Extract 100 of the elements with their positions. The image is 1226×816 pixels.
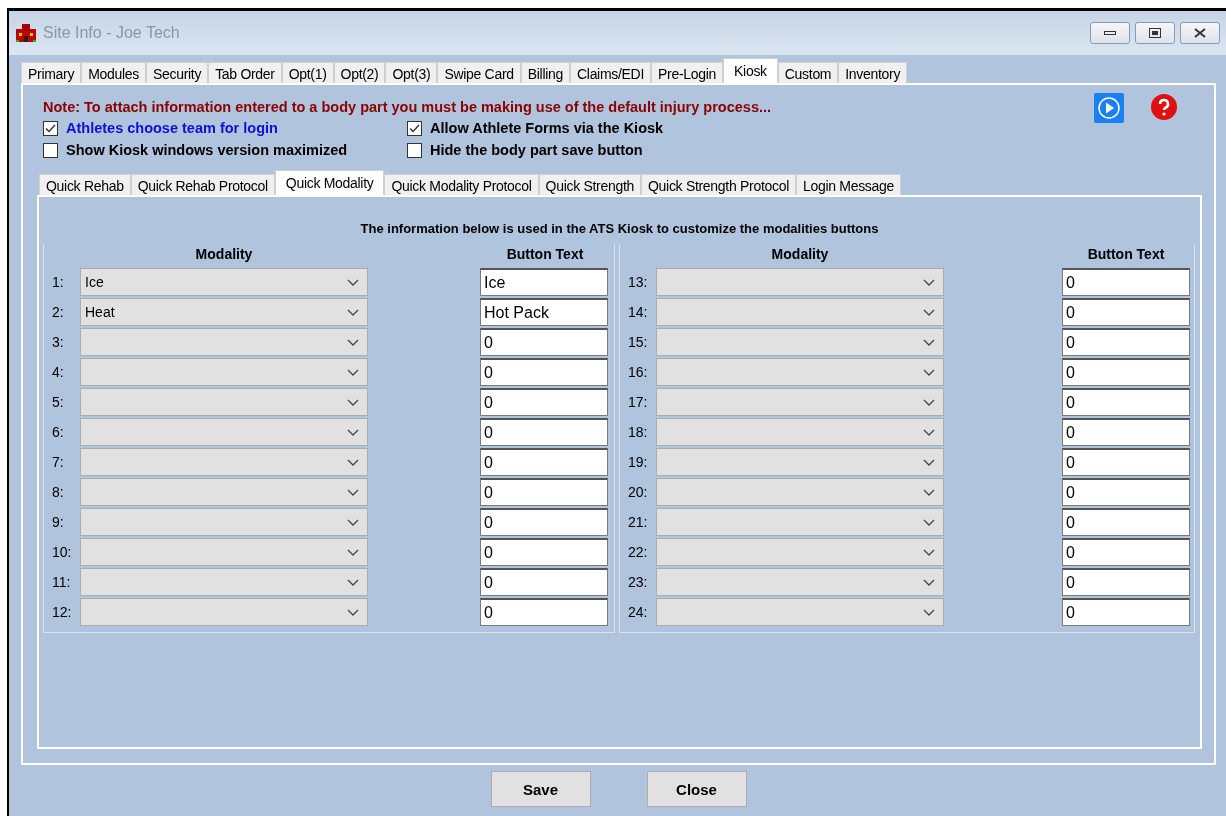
chevron-down-icon <box>347 578 359 586</box>
tab[interactable]: Quick Strength <box>538 174 641 195</box>
modality-dropdown[interactable] <box>656 448 944 476</box>
button-text-field[interactable]: 0 <box>1062 268 1190 296</box>
button-text-field[interactable]: 0 <box>480 538 608 566</box>
chevron-down-icon <box>347 278 359 286</box>
button-text-field[interactable]: 0 <box>480 328 608 356</box>
tab[interactable]: Tab Order <box>208 62 282 83</box>
row-number: 11: <box>51 573 72 592</box>
modality-dropdown[interactable] <box>656 418 944 446</box>
chevron-down-icon <box>923 368 935 376</box>
tab[interactable]: Inventory <box>838 62 908 83</box>
modality-dropdown[interactable] <box>80 568 368 596</box>
tab[interactable]: Opt(2) <box>333 62 386 83</box>
button-text-field[interactable]: 0 <box>480 598 608 626</box>
modality-dropdown[interactable] <box>80 598 368 626</box>
button-text-field[interactable]: 0 <box>480 478 608 506</box>
row-number: 23: <box>627 573 649 592</box>
modality-dropdown[interactable] <box>656 388 944 416</box>
button-text-field[interactable]: 0 <box>1062 358 1190 386</box>
chevron-down-icon <box>923 548 935 556</box>
play-icon[interactable] <box>1094 93 1124 123</box>
button-text-field[interactable]: 0 <box>1062 328 1190 356</box>
modality-dropdown[interactable] <box>80 418 368 446</box>
button-text-field[interactable]: Ice <box>480 268 608 296</box>
modality-dropdown[interactable] <box>80 478 368 506</box>
column-header: Button Text <box>1086 245 1166 264</box>
tab[interactable]: Swipe Card <box>437 62 521 83</box>
button-text-field[interactable]: 0 <box>1062 508 1190 536</box>
button-text-field[interactable]: 0 <box>1062 298 1190 326</box>
button-text-field[interactable]: 0 <box>480 568 608 596</box>
tab[interactable]: Pre-Login <box>651 62 724 83</box>
button-text-field[interactable]: 0 <box>1062 388 1190 416</box>
button-text-field[interactable]: 0 <box>480 508 608 536</box>
button-text-field[interactable]: 0 <box>1062 568 1190 596</box>
checkbox-label: Hide the body part save button <box>430 142 643 158</box>
tab[interactable]: Quick Rehab <box>39 174 131 195</box>
modality-dropdown[interactable] <box>656 328 944 356</box>
button-text-field[interactable]: 0 <box>1062 478 1190 506</box>
row-number: 12: <box>51 603 73 622</box>
minimize-button[interactable] <box>1090 22 1130 44</box>
modality-dropdown[interactable] <box>656 358 944 386</box>
modality-dropdown[interactable] <box>80 538 368 566</box>
button-text-field[interactable]: 0 <box>1062 448 1190 476</box>
modality-dropdown[interactable] <box>656 478 944 506</box>
tab[interactable]: Quick Strength Protocol <box>641 174 796 195</box>
tab[interactable]: Custom <box>777 62 839 83</box>
tab[interactable]: Quick Modality Protocol <box>384 174 539 195</box>
modality-dropdown[interactable] <box>656 508 944 536</box>
button-text-field[interactable]: Hot Pack <box>480 298 608 326</box>
modality-dropdown[interactable] <box>80 328 368 356</box>
modality-dropdown[interactable] <box>80 358 368 386</box>
school-building-icon <box>15 23 37 43</box>
tab[interactable]: Claims/EDI <box>570 62 652 83</box>
tab[interactable]: Kiosk <box>723 58 778 83</box>
dialog-button[interactable]: Close <box>646 771 747 807</box>
modality-dropdown[interactable] <box>656 298 944 326</box>
tab[interactable]: Opt(3) <box>385 62 438 83</box>
checkbox[interactable] <box>407 142 422 158</box>
modality-dropdown[interactable] <box>656 598 944 626</box>
chevron-down-icon <box>923 608 935 616</box>
tab[interactable]: Primary <box>21 62 82 83</box>
chevron-down-icon <box>347 338 359 346</box>
tab[interactable]: Opt(1) <box>281 62 334 83</box>
modality-dropdown[interactable] <box>80 388 368 416</box>
modality-dropdown[interactable]: Ice <box>80 268 368 296</box>
dialog-button[interactable]: Save <box>490 771 591 807</box>
tab[interactable]: Security <box>145 62 209 83</box>
button-text-field[interactable]: 0 <box>480 448 608 476</box>
chevron-down-icon <box>347 488 359 496</box>
tab[interactable]: Login Message <box>795 174 901 195</box>
row-number: 5: <box>51 393 65 412</box>
tab[interactable]: Modules <box>81 62 146 83</box>
checkbox-label: Athletes choose team for login <box>66 120 278 136</box>
modality-dropdown[interactable] <box>80 508 368 536</box>
modality-dropdown[interactable] <box>656 568 944 596</box>
help-icon[interactable] <box>1150 93 1178 121</box>
row-number: 18: <box>627 423 649 442</box>
chevron-down-icon <box>347 608 359 616</box>
button-text-field[interactable]: 0 <box>480 388 608 416</box>
row-number: 1: <box>51 273 65 292</box>
modality-dropdown[interactable] <box>656 538 944 566</box>
modality-dropdown[interactable] <box>80 448 368 476</box>
button-text-field[interactable]: 0 <box>1062 598 1190 626</box>
restore-button[interactable] <box>1135 22 1175 44</box>
modality-dropdown[interactable] <box>656 268 944 296</box>
modality-dropdown[interactable]: Heat <box>80 298 368 326</box>
chevron-down-icon <box>347 518 359 526</box>
checkbox[interactable] <box>43 120 58 136</box>
chevron-down-icon <box>923 338 935 346</box>
tab[interactable]: Billing <box>520 62 570 83</box>
close-button[interactable] <box>1180 22 1220 44</box>
tab[interactable]: Quick Rehab Protocol <box>130 174 275 195</box>
tab[interactable]: Quick Modality <box>274 170 385 195</box>
checkbox[interactable] <box>407 120 422 136</box>
button-text-field[interactable]: 0 <box>1062 418 1190 446</box>
checkbox[interactable] <box>43 142 58 158</box>
button-text-field[interactable]: 0 <box>480 418 608 446</box>
button-text-field[interactable]: 0 <box>480 358 608 386</box>
button-text-field[interactable]: 0 <box>1062 538 1190 566</box>
